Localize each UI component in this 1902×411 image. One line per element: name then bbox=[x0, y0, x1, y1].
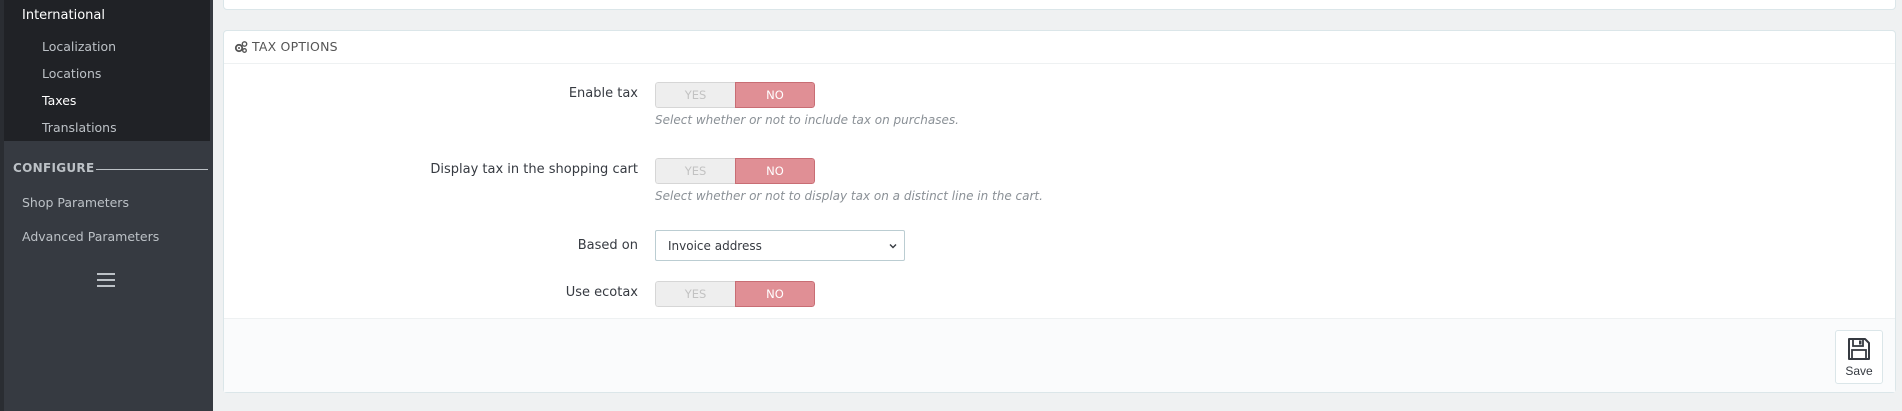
panel-title: TAX OPTIONS bbox=[252, 39, 338, 54]
enable-tax-help: Select whether or not to include tax on … bbox=[655, 113, 959, 127]
app-root: International Localization Locations Tax… bbox=[0, 0, 1902, 411]
sidebar-item-locations[interactable]: Locations bbox=[42, 66, 101, 81]
save-icon bbox=[1848, 338, 1870, 360]
sidebar-edge bbox=[0, 0, 4, 411]
sidebar-item-localization[interactable]: Localization bbox=[42, 39, 116, 54]
use-ecotax-yes[interactable]: YES bbox=[655, 281, 735, 307]
use-ecotax-switch[interactable]: YES NO bbox=[655, 281, 815, 307]
enable-tax-no[interactable]: NO bbox=[735, 82, 815, 108]
display-tax-cart-help: Select whether or not to display tax on … bbox=[655, 189, 1043, 203]
sidebar-item-shop-parameters[interactable]: Shop Parameters bbox=[22, 195, 129, 210]
use-ecotax-label: Use ecotax bbox=[565, 285, 638, 300]
sidebar: International Localization Locations Tax… bbox=[0, 0, 213, 411]
enable-tax-yes[interactable]: YES bbox=[655, 82, 735, 108]
tax-options-panel: TAX OPTIONS Enable tax YES NO Select whe… bbox=[223, 30, 1896, 393]
display-tax-cart-no[interactable]: NO bbox=[735, 158, 815, 184]
enable-tax-switch[interactable]: YES NO bbox=[655, 82, 815, 108]
based-on-select[interactable]: Invoice address bbox=[655, 230, 905, 261]
save-button[interactable]: Save bbox=[1835, 330, 1883, 384]
sidebar-item-translations[interactable]: Translations bbox=[42, 120, 117, 135]
sidebar-item-taxes[interactable]: Taxes bbox=[42, 93, 76, 108]
previous-panel bbox=[223, 0, 1896, 10]
sidebar-item-advanced-parameters[interactable]: Advanced Parameters bbox=[22, 229, 159, 244]
sidebar-item-international[interactable]: International bbox=[22, 8, 105, 23]
chevron-down-icon bbox=[889, 244, 897, 249]
display-tax-cart-yes[interactable]: YES bbox=[655, 158, 735, 184]
use-ecotax-no[interactable]: NO bbox=[735, 281, 815, 307]
sidebar-section-configure: CONFIGURE bbox=[13, 161, 95, 175]
hamburger-icon[interactable] bbox=[97, 273, 117, 289]
based-on-value: Invoice address bbox=[668, 239, 762, 253]
based-on-label: Based on bbox=[577, 238, 638, 253]
panel-heading: TAX OPTIONS bbox=[224, 31, 1895, 64]
section-divider bbox=[96, 169, 208, 170]
display-tax-cart-label: Display tax in the shopping cart bbox=[430, 162, 638, 177]
gears-icon bbox=[234, 41, 248, 53]
panel-footer: Save bbox=[224, 318, 1895, 392]
save-button-label: Save bbox=[1845, 364, 1873, 378]
enable-tax-label: Enable tax bbox=[568, 86, 638, 101]
display-tax-cart-switch[interactable]: YES NO bbox=[655, 158, 815, 184]
